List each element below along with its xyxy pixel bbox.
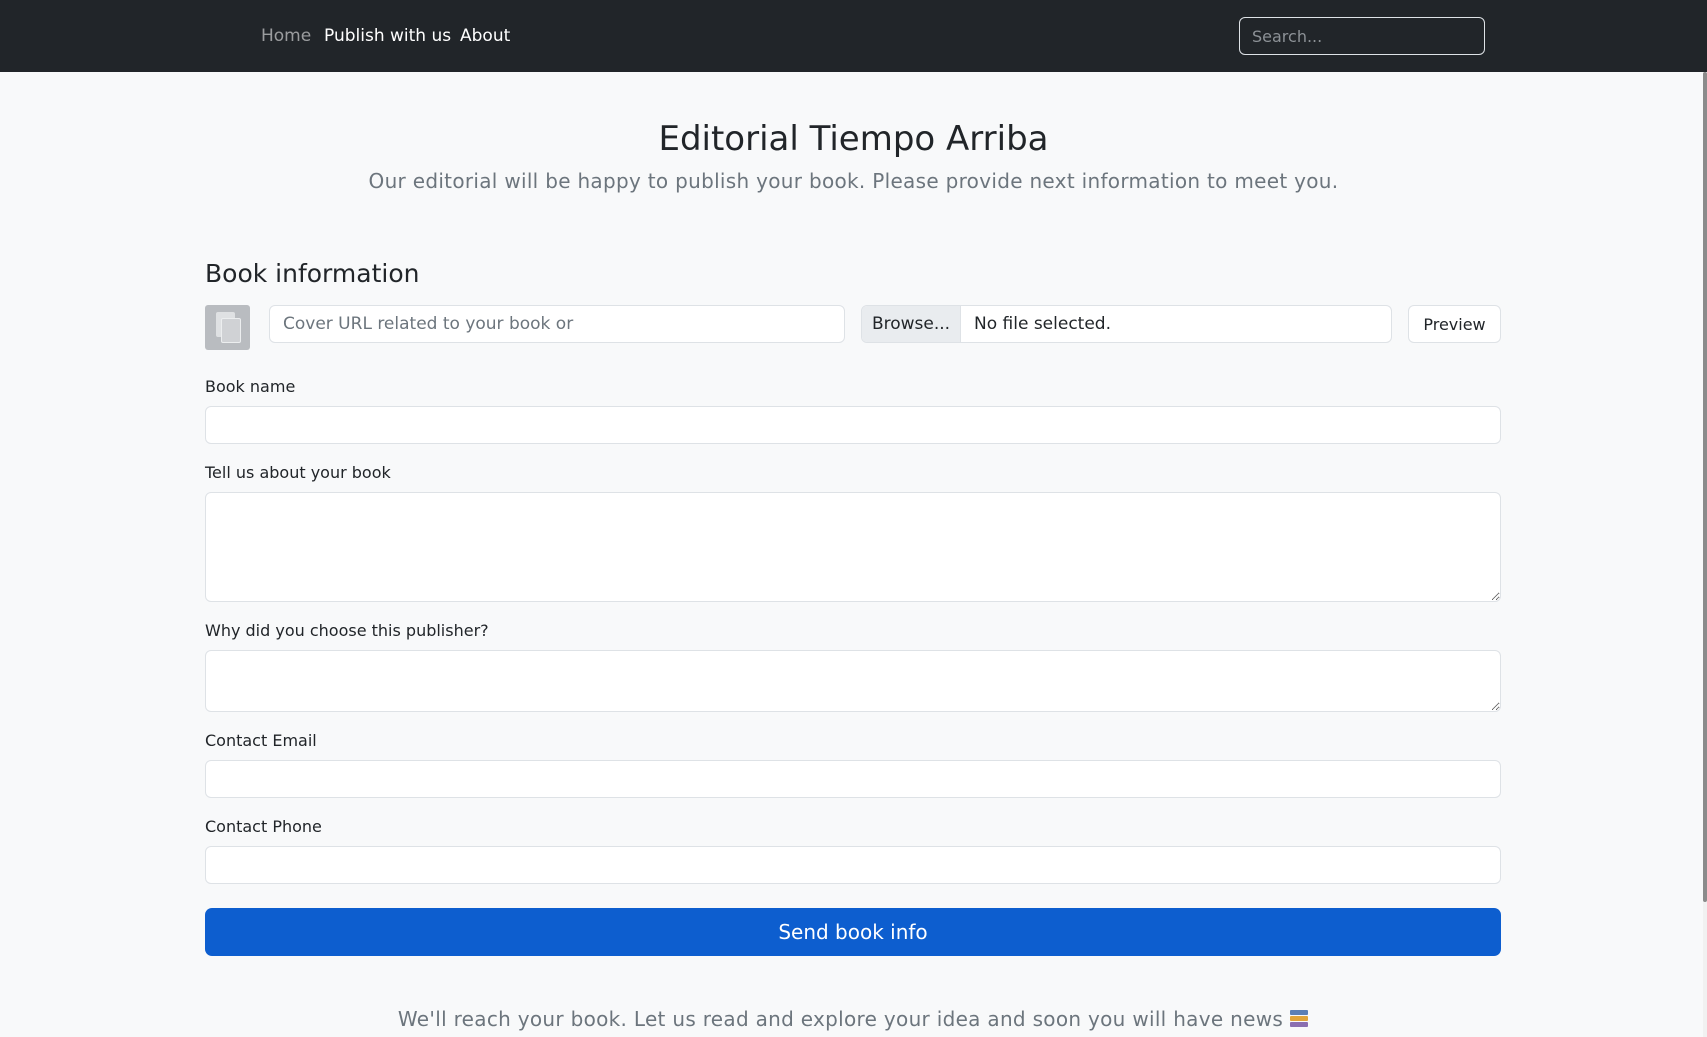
page-subtitle: Our editorial will be happy to publish y…: [368, 169, 1339, 193]
page-scrollbar-thumb[interactable]: [1703, 72, 1707, 902]
nav-home-link[interactable]: Home: [261, 24, 311, 48]
search-input[interactable]: [1239, 17, 1485, 55]
section-title-book-information: Book information: [205, 259, 420, 288]
preview-button[interactable]: Preview: [1408, 305, 1501, 343]
about-book-label: Tell us about your book: [205, 463, 391, 482]
contact-phone-input[interactable]: [205, 846, 1501, 884]
nav-publish-link[interactable]: Publish with us: [324, 24, 451, 48]
footer-text: We'll reach your book. Let us read and e…: [397, 1007, 1284, 1031]
contact-email-input[interactable]: [205, 760, 1501, 798]
cover-file-input[interactable]: Browse... No file selected.: [861, 305, 1392, 343]
book-name-label: Book name: [205, 377, 296, 396]
book-cover-placeholder-icon: [205, 305, 250, 350]
top-navbar: Home Publish with us About: [0, 0, 1707, 72]
page-title: Editorial Tiempo Arriba: [658, 119, 1049, 159]
books-icon: [1289, 1009, 1309, 1029]
why-publisher-label: Why did you choose this publisher?: [205, 621, 489, 640]
file-status-text: No file selected.: [974, 314, 1111, 334]
contact-phone-label: Contact Phone: [205, 817, 322, 836]
contact-email-label: Contact Email: [205, 731, 317, 750]
why-publisher-textarea[interactable]: [205, 650, 1501, 712]
send-book-info-button[interactable]: Send book info: [205, 908, 1501, 956]
book-name-input[interactable]: [205, 406, 1501, 444]
cover-url-input[interactable]: [269, 305, 845, 343]
footer-message: We'll reach your book. Let us read and e…: [0, 1006, 1707, 1032]
about-book-textarea[interactable]: [205, 492, 1501, 602]
nav-about-link[interactable]: About: [460, 24, 510, 48]
file-browse-button[interactable]: Browse...: [862, 306, 961, 342]
